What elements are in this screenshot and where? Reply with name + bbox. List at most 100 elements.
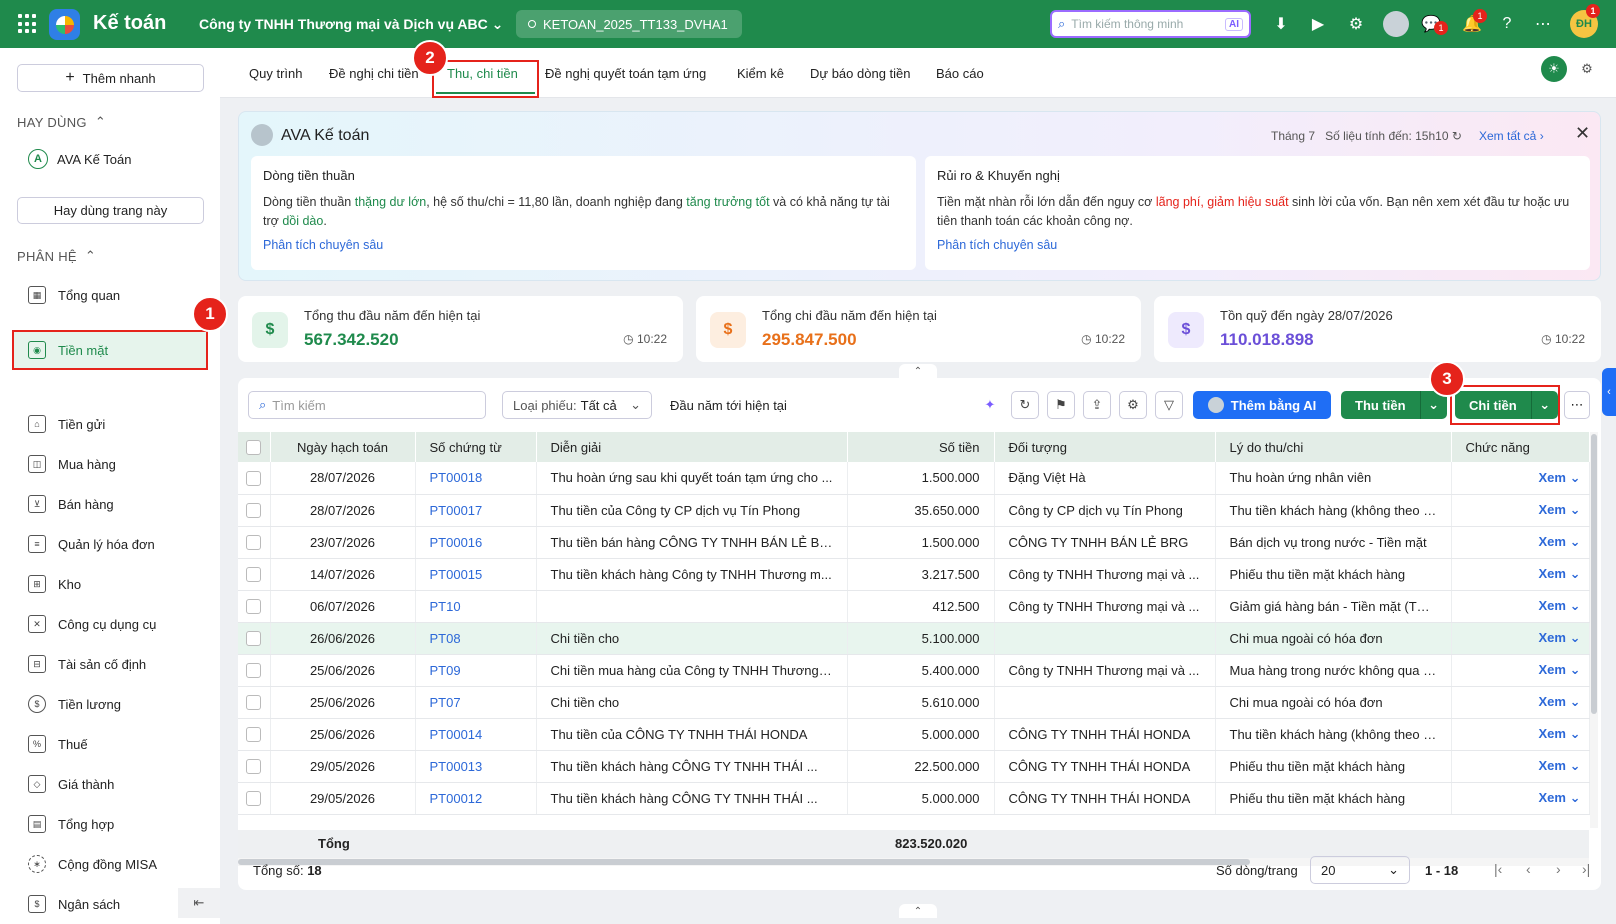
collapse-sidebar-icon[interactable]: ⇤ (178, 888, 220, 918)
next-page-icon[interactable]: › (1556, 861, 1561, 877)
sidebar-item-ava[interactable]: A AVA Kế Toán (28, 149, 131, 169)
row-checkbox[interactable] (246, 535, 261, 551)
chevron-down-icon[interactable]: ⌄ (1570, 726, 1581, 741)
expand-bottom-icon[interactable]: ⌃ (899, 904, 937, 918)
prev-page-icon[interactable]: ‹ (1526, 861, 1531, 877)
sidebar-item-overview[interactable]: ▦ Tổng quan (28, 284, 120, 306)
cell-voucher-no-link[interactable]: PT00016 (415, 526, 537, 559)
user-avatar[interactable]: ĐH 1 (1570, 4, 1600, 38)
chevron-down-icon[interactable]: ⌄ (1570, 470, 1581, 485)
quick-add-button[interactable]: + Thêm nhanh (17, 64, 204, 92)
view-button[interactable]: Xem (1539, 790, 1566, 805)
sidebar-item-bank[interactable]: ⌂ Tiền gửi (28, 413, 105, 435)
period-filter[interactable]: Đầu năm tới hiện tại (670, 398, 787, 413)
assistant-avatar[interactable] (1383, 11, 1409, 37)
sidebar-item-general[interactable]: ▤ Tổng hợp (28, 813, 114, 835)
chevron-down-icon[interactable]: ⌄ (1570, 598, 1581, 613)
col-header-reason[interactable]: Lý do thu/chi (1215, 432, 1452, 462)
row-checkbox[interactable] (246, 791, 261, 807)
table-row[interactable]: 14/07/2026 PT00015 Thu tiền khách hàng Côn… (238, 558, 1590, 591)
col-header-description[interactable]: Diễn giải (536, 432, 848, 462)
sidebar-item-purchase[interactable]: ◫ Mua hàng (28, 453, 116, 475)
database-chip[interactable]: KETOAN_2025_TT133_DVHA1 (516, 10, 742, 38)
col-header-voucher-no[interactable]: Số chứng từ (415, 432, 537, 462)
collapse-summary-icon[interactable]: ⌃ (899, 364, 937, 378)
deep-analysis-link[interactable]: Phân tích chuyên sâu (937, 238, 1578, 252)
row-checkbox[interactable] (246, 567, 261, 583)
company-selector[interactable]: Công ty TNHH Thương mại và Dịch vụ ABC ⌄ (199, 16, 503, 33)
table-row[interactable]: 28/07/2026 PT00018 Thu hoàn ứng sau khi qu… (238, 462, 1590, 495)
last-page-icon[interactable]: ›| (1582, 861, 1590, 877)
sliders-icon[interactable]: ⚙ (1574, 56, 1600, 82)
filter-icon[interactable]: ▽ (1155, 391, 1183, 419)
tab-process[interactable]: Quy trình (249, 66, 302, 81)
table-row[interactable]: 29/05/2026 PT00013 Thu tiền khách hàng CÔN… (238, 750, 1590, 783)
table-row[interactable]: 29/05/2026 PT00012 Thu tiền khách hàng CÔN… (238, 782, 1590, 815)
tab-payment-request[interactable]: Đề nghị chi tiền (329, 66, 419, 81)
deep-analysis-link[interactable]: Phân tích chuyên sâu (263, 238, 904, 252)
table-row[interactable]: 23/07/2026 PT00016 Thu tiền bán hàng CÔNG … (238, 526, 1590, 559)
export-icon[interactable]: ⇪ (1083, 391, 1111, 419)
row-checkbox[interactable] (246, 759, 261, 775)
row-checkbox[interactable] (246, 727, 261, 743)
row-checkbox[interactable] (246, 631, 261, 647)
sidebar-item-tools[interactable]: ✕ Công cụ dụng cụ (28, 613, 156, 635)
settings-gear-icon[interactable]: ⚙ (1345, 13, 1367, 35)
table-row[interactable]: 06/07/2026 PT10 412.500 Công ty TNHH Thương… (238, 590, 1590, 623)
add-with-ai-button[interactable]: Thêm bằng AI (1193, 391, 1331, 419)
chevron-down-icon[interactable]: ⌄ (1570, 790, 1581, 805)
ai-sparkle-icon[interactable]: ✦ (976, 391, 1004, 419)
view-button[interactable]: Xem (1539, 470, 1566, 485)
cell-voucher-no-link[interactable]: PT00012 (415, 782, 537, 815)
sidebar-item-sales[interactable]: ⊻ Bán hàng (28, 493, 114, 515)
tab-advance-settlement[interactable]: Đề nghị quyết toán tạm ứng (545, 66, 706, 81)
col-header-date[interactable]: Ngày hạch toán (270, 432, 416, 462)
chevron-down-icon[interactable]: ⌄ (1570, 630, 1581, 645)
table-row[interactable]: 26/06/2026 PT08 Chi tiền cho 5.100.000 Chi m… (238, 622, 1590, 655)
view-button[interactable]: Xem (1539, 662, 1566, 677)
grid-search-input[interactable]: ⌕ Tìm kiếm (248, 391, 486, 419)
row-checkbox[interactable] (246, 695, 261, 711)
chevron-down-icon[interactable]: ⌄ (1570, 502, 1581, 517)
tab-inventory-count[interactable]: Kiểm kê (737, 66, 784, 81)
modules-section-toggle[interactable]: PHÂN HỆ ⌃ (17, 248, 96, 264)
table-row[interactable]: 25/06/2026 PT00014 Thu tiền của CÔNG TY TN… (238, 718, 1590, 751)
receive-money-button[interactable]: Thu tiền (1341, 391, 1421, 419)
table-row[interactable]: 25/06/2026 PT09 Chi tiền mua hàng của Công… (238, 654, 1590, 687)
col-header-object[interactable]: Đối tượng (994, 432, 1216, 462)
view-button[interactable]: Xem (1539, 534, 1566, 549)
view-all-link[interactable]: Xem tất cả › (1479, 129, 1544, 143)
sidebar-item-costing[interactable]: ◇ Giá thành (28, 773, 114, 795)
bell-icon[interactable]: 🔔 1 (1461, 9, 1487, 35)
settings-gear-icon[interactable]: ⚙ (1119, 391, 1147, 419)
tab-reports[interactable]: Báo cáo (936, 66, 984, 81)
chevron-down-icon[interactable]: ⌄ (1570, 534, 1581, 549)
select-all-checkbox[interactable] (246, 440, 261, 456)
chevron-down-icon[interactable]: ⌄ (1570, 694, 1581, 709)
sidebar-item-invoices[interactable]: ≡ Quản lý hóa đơn (28, 533, 155, 555)
view-button[interactable]: Xem (1539, 758, 1566, 773)
voucher-type-select[interactable]: Loại phiếu: Tất cả ⌄ (502, 391, 652, 419)
cell-voucher-no-link[interactable]: PT00017 (415, 494, 537, 527)
chevron-down-icon[interactable]: ⌄ (1570, 758, 1581, 773)
chevron-down-icon[interactable]: ⌄ (1570, 662, 1581, 677)
chevron-down-icon[interactable]: ⌄ (1421, 397, 1447, 413)
vertical-scrollbar[interactable] (1590, 432, 1598, 828)
pin-page-button[interactable]: Hay dùng trang này (17, 197, 204, 224)
sidebar-item-fixed-assets[interactable]: ⊟ Tài sản cố định (28, 653, 146, 675)
row-checkbox[interactable] (246, 663, 261, 679)
cell-voucher-no-link[interactable]: PT08 (415, 622, 537, 655)
rows-per-page-select[interactable]: 20 ⌄ (1310, 856, 1410, 884)
cell-voucher-no-link[interactable]: PT00018 (415, 462, 537, 495)
help-icon[interactable]: ? (1496, 13, 1518, 35)
first-page-icon[interactable]: |‹ (1494, 861, 1502, 877)
close-icon[interactable]: ✕ (1575, 123, 1590, 144)
sign-icon[interactable]: ⚑ (1047, 391, 1075, 419)
view-button[interactable]: Xem (1539, 726, 1566, 741)
sidebar-item-budget[interactable]: $ Ngân sách (28, 893, 120, 915)
cell-voucher-no-link[interactable]: PT00013 (415, 750, 537, 783)
more-options-icon[interactable]: ⋯ (1564, 391, 1590, 419)
play-icon[interactable]: ▶ (1307, 13, 1329, 35)
smart-search-input[interactable]: ⌕ Tìm kiếm thông minh AI (1050, 10, 1251, 38)
cell-voucher-no-link[interactable]: PT00014 (415, 718, 537, 751)
